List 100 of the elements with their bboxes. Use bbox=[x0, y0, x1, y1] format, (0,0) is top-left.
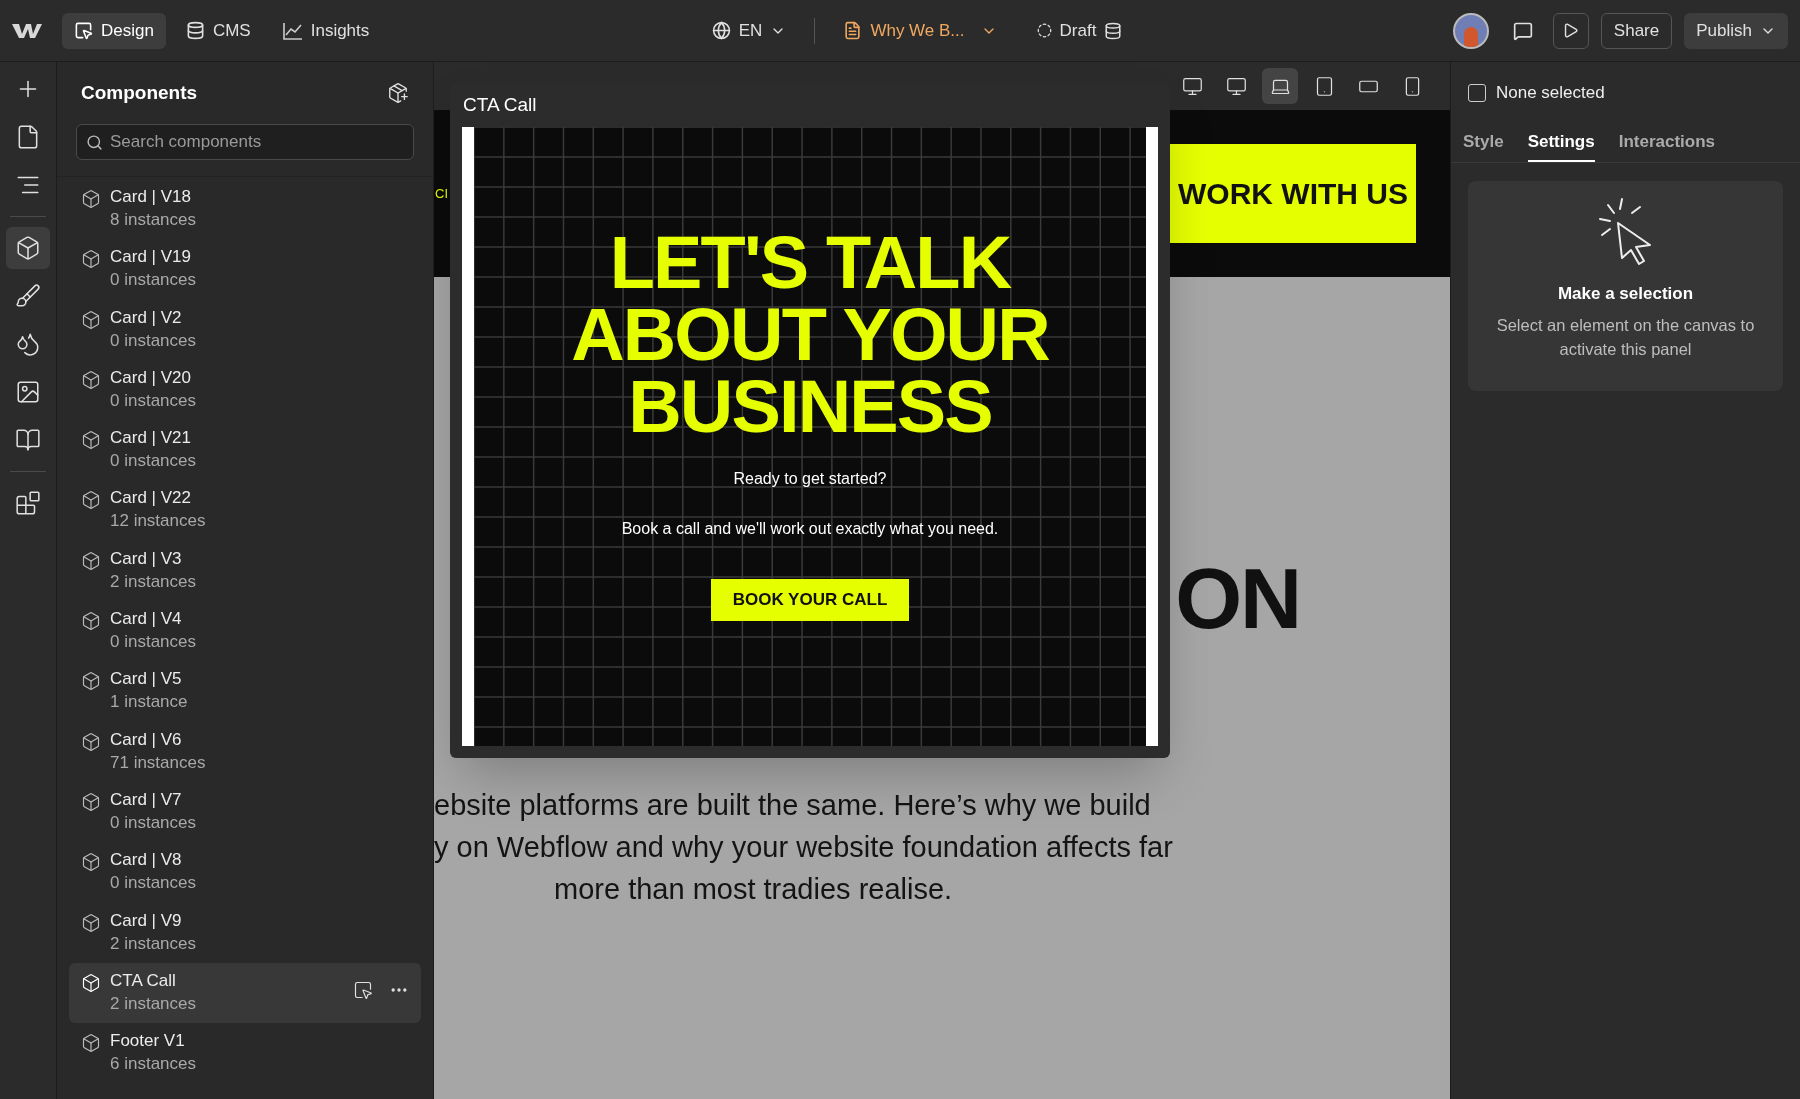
work-with-us-button[interactable]: WORK WITH US bbox=[1170, 144, 1416, 243]
component-name: Card | V8 bbox=[110, 849, 183, 872]
search-icon bbox=[86, 134, 103, 151]
cube-icon bbox=[81, 490, 101, 511]
component-name: Card | V3 bbox=[110, 547, 183, 570]
component-name: CTA Call bbox=[110, 969, 177, 992]
component-name: Footer V1 bbox=[110, 1030, 186, 1053]
component-item[interactable]: Card | V20 0 instances bbox=[69, 359, 421, 421]
comment-icon[interactable] bbox=[1512, 20, 1533, 41]
component-item[interactable]: Card | V22 12 instances bbox=[69, 480, 421, 541]
component-name: Card | V6 bbox=[110, 728, 183, 751]
component-name: Card | V7 bbox=[110, 788, 183, 811]
droplets-icon bbox=[15, 331, 41, 357]
breakpoint-button[interactable] bbox=[1262, 68, 1298, 104]
rail-button[interactable] bbox=[6, 227, 50, 269]
cube-icon bbox=[81, 912, 101, 933]
logo-icon[interactable] bbox=[12, 21, 42, 40]
cube-icon bbox=[81, 249, 101, 270]
component-name: Card | V4 bbox=[110, 608, 183, 631]
instance-count: 0 instances bbox=[110, 811, 197, 834]
component-name: Card | V21 bbox=[110, 427, 192, 450]
avatar[interactable] bbox=[1452, 12, 1489, 49]
component-item[interactable]: Card | V5 1 instance bbox=[69, 661, 421, 722]
page-selector[interactable]: Why We B... bbox=[835, 12, 1005, 49]
component-item[interactable]: Card | V6 71 instances bbox=[69, 721, 421, 782]
component-item[interactable]: Card | V3 2 instances bbox=[69, 540, 421, 602]
component-name: Card | V5 bbox=[110, 668, 183, 691]
add-component-icon[interactable] bbox=[387, 82, 409, 104]
instance-count: 1 instance bbox=[110, 691, 189, 714]
component-item[interactable]: Card | V4 0 instances bbox=[69, 601, 421, 662]
component-name: Card | V19 bbox=[110, 246, 192, 269]
globe-icon bbox=[711, 21, 731, 40]
nav-tab[interactable]: Design bbox=[62, 12, 166, 49]
cube-icon bbox=[81, 550, 101, 571]
cube-icon bbox=[81, 972, 101, 993]
database-icon bbox=[1104, 21, 1123, 40]
nav-tab[interactable]: CMS bbox=[173, 12, 263, 49]
component-name: Card | V9 bbox=[110, 909, 183, 932]
component-item[interactable]: Card | V21 0 instances bbox=[69, 420, 421, 481]
cube-icon bbox=[81, 611, 101, 632]
cta-text: Book a call and we'll work out exactly what you need. bbox=[621, 519, 999, 539]
component-item[interactable]: Card | V19 0 instances bbox=[69, 239, 421, 300]
status-button[interactable]: Draft bbox=[1028, 12, 1131, 49]
page-icon bbox=[843, 21, 863, 40]
cube-icon bbox=[15, 235, 41, 261]
empty-text: Select an element on the canvas to activate this panel bbox=[1495, 314, 1756, 360]
chart-icon bbox=[282, 21, 303, 40]
instance-count: 0 instances bbox=[110, 872, 197, 895]
dashed-circle-icon bbox=[1036, 23, 1052, 38]
panel-tab[interactable]: Interactions bbox=[1618, 124, 1716, 162]
book-icon bbox=[15, 427, 41, 453]
search-field[interactable]: Search components bbox=[76, 124, 414, 160]
component-item[interactable]: Card | V18 8 instances bbox=[69, 179, 421, 240]
instance-count: 0 instances bbox=[110, 631, 197, 654]
instance-count: 0 instances bbox=[110, 269, 197, 292]
publish-button[interactable]: Publish bbox=[1684, 12, 1788, 49]
page-heading: ON bbox=[1175, 552, 1300, 644]
instance-count: 0 instances bbox=[110, 329, 197, 352]
preview-title: CTA Call bbox=[463, 92, 537, 117]
selection-checkbox[interactable] bbox=[1468, 84, 1486, 102]
empty-title: Make a selection bbox=[1557, 283, 1694, 305]
panel-title: Components bbox=[81, 80, 198, 105]
cta-heading: LET'S TALK ABOUT YOUR BUSINESS bbox=[571, 227, 1049, 443]
instance-count: 0 instances bbox=[110, 450, 197, 473]
instance-count: 71 instances bbox=[110, 751, 207, 774]
preview-button[interactable] bbox=[1552, 12, 1589, 49]
component-item[interactable]: Card | V2 0 instances bbox=[69, 299, 421, 360]
brush-icon bbox=[15, 283, 41, 309]
blocks-icon bbox=[15, 490, 41, 516]
locale-selector[interactable]: EN bbox=[703, 12, 795, 49]
instance-count: 8 instances bbox=[110, 209, 197, 231]
component-item[interactable]: Footer V1 6 instances bbox=[69, 1023, 421, 1084]
cube-icon bbox=[81, 671, 101, 692]
panel-tab[interactable]: Settings bbox=[1527, 124, 1595, 162]
instance-count: 12 instances bbox=[110, 510, 207, 533]
header-text: CI bbox=[435, 184, 448, 203]
cube-icon bbox=[81, 791, 101, 812]
cube-icon bbox=[81, 731, 101, 752]
panel-tab[interactable]: Style bbox=[1463, 124, 1504, 162]
component-name: Card | V18 bbox=[110, 186, 192, 208]
selection-label: None selected bbox=[1496, 82, 1605, 105]
cube-icon bbox=[81, 369, 101, 390]
component-item[interactable]: Card | V7 0 instances bbox=[69, 781, 421, 843]
cube-icon bbox=[81, 1033, 101, 1054]
cube-icon bbox=[81, 430, 101, 451]
component-item[interactable]: Card | V9 2 instances bbox=[69, 902, 421, 963]
instance-count: 6 instances bbox=[110, 1053, 197, 1076]
component-item[interactable]: Card | V8 0 instances bbox=[69, 842, 421, 903]
component-select-icon[interactable] bbox=[353, 979, 373, 1000]
component-name: Card | V2 bbox=[110, 306, 183, 329]
cube-icon bbox=[81, 189, 101, 209]
share-button[interactable]: Share bbox=[1600, 12, 1673, 49]
book-call-button[interactable]: BOOK YOUR CALL bbox=[710, 579, 910, 621]
intro-paragraph: ebsite platforms are built the same. Here’s why we build y on Webflow and why your website foundation affects far more than most tradies realise. bbox=[434, 788, 1174, 907]
database-icon bbox=[185, 21, 205, 40]
nav-tab[interactable]: Insights bbox=[270, 12, 382, 49]
cube-icon bbox=[81, 309, 101, 330]
cta-subheading: Ready to get started? bbox=[733, 469, 887, 489]
instance-count: 2 instances bbox=[110, 932, 197, 955]
component-item[interactable]: CTA Call 2 instances bbox=[69, 962, 421, 1024]
